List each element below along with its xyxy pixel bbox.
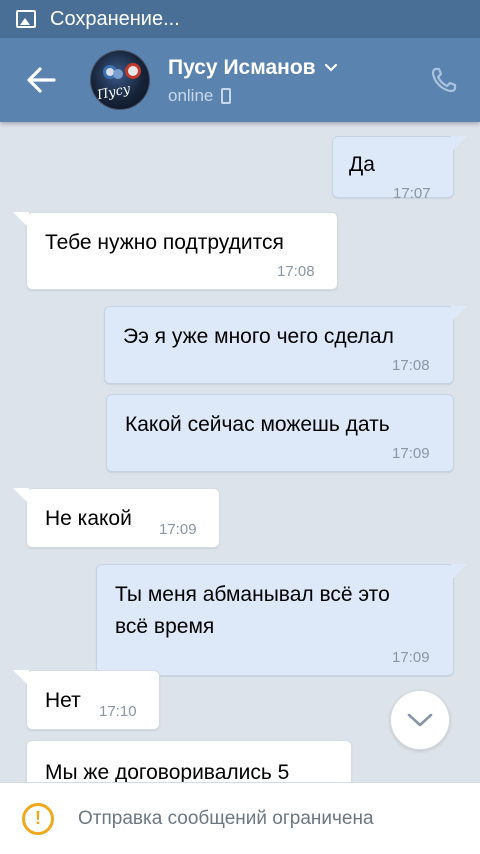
chevron-down-icon: [324, 63, 337, 72]
message-outgoing[interactable]: Да 17:07: [332, 136, 467, 202]
message-text: Мы же договоривались 5: [45, 761, 290, 782]
message-text: Ты меня абманывал всё это: [115, 583, 390, 606]
chat-header: Пусу Пусу Исманов online: [0, 38, 480, 122]
message-time: 17:09: [159, 521, 197, 538]
message-text: Какой сейчас можешь дать: [125, 413, 390, 436]
message-outgoing[interactable]: Какой сейчас можешь дать 17:09: [106, 394, 454, 472]
message-incoming[interactable]: Нет 17:10: [13, 670, 160, 730]
message-time: 17:08: [392, 357, 430, 374]
message-text: Не какой: [45, 507, 132, 530]
message-incoming[interactable]: Не какой 17:09: [13, 488, 220, 548]
message-text: Ээ я уже много чего сделал: [123, 325, 394, 348]
message-time: 17:08: [277, 263, 315, 280]
message-text-line2: всё время: [115, 615, 215, 638]
chevron-down-icon: [407, 713, 433, 727]
phone-call-icon[interactable]: [430, 66, 458, 94]
scroll-to-bottom-button[interactable]: [390, 690, 450, 750]
message-text: Да: [349, 153, 375, 176]
image-icon: [16, 10, 36, 28]
message-incoming[interactable]: Тебе нужно подтрудится 17:08: [13, 212, 338, 290]
message-time: 17:09: [392, 649, 430, 666]
online-text: online: [168, 86, 214, 105]
message-incoming[interactable]: Мы же договоривались 5: [26, 740, 352, 782]
mobile-device-icon: [221, 88, 232, 104]
message-text: Тебе нужно подтрудится: [45, 231, 284, 254]
message-time: 17:09: [392, 445, 430, 462]
status-text: Сохранение...: [50, 7, 180, 30]
warning-icon: !: [22, 802, 54, 835]
message-list[interactable]: Да 17:07 Тебе нужно подтрудится 17:08 Ээ…: [0, 122, 480, 782]
message-time: 17:10: [99, 703, 137, 720]
status-bar: Сохранение...: [0, 0, 480, 38]
message-time: 17:07: [393, 185, 431, 202]
online-status: online: [168, 86, 232, 106]
avatar[interactable]: Пусу: [90, 50, 150, 110]
back-arrow-icon[interactable]: [24, 64, 58, 96]
contact-name: Пусу Исманов: [168, 56, 316, 79]
message-text: Нет: [45, 689, 81, 712]
message-outgoing[interactable]: Ты меня абманывал всё это всё время 17:0…: [96, 564, 467, 676]
message-outgoing[interactable]: Ээ я уже много чего сделал 17:08: [104, 306, 467, 384]
contact-name-dropdown[interactable]: Пусу Исманов: [168, 56, 338, 80]
messaging-restricted-bar: ! Отправка сообщений ограничена: [0, 782, 480, 854]
restriction-notice: Отправка сообщений ограничена: [78, 807, 374, 829]
